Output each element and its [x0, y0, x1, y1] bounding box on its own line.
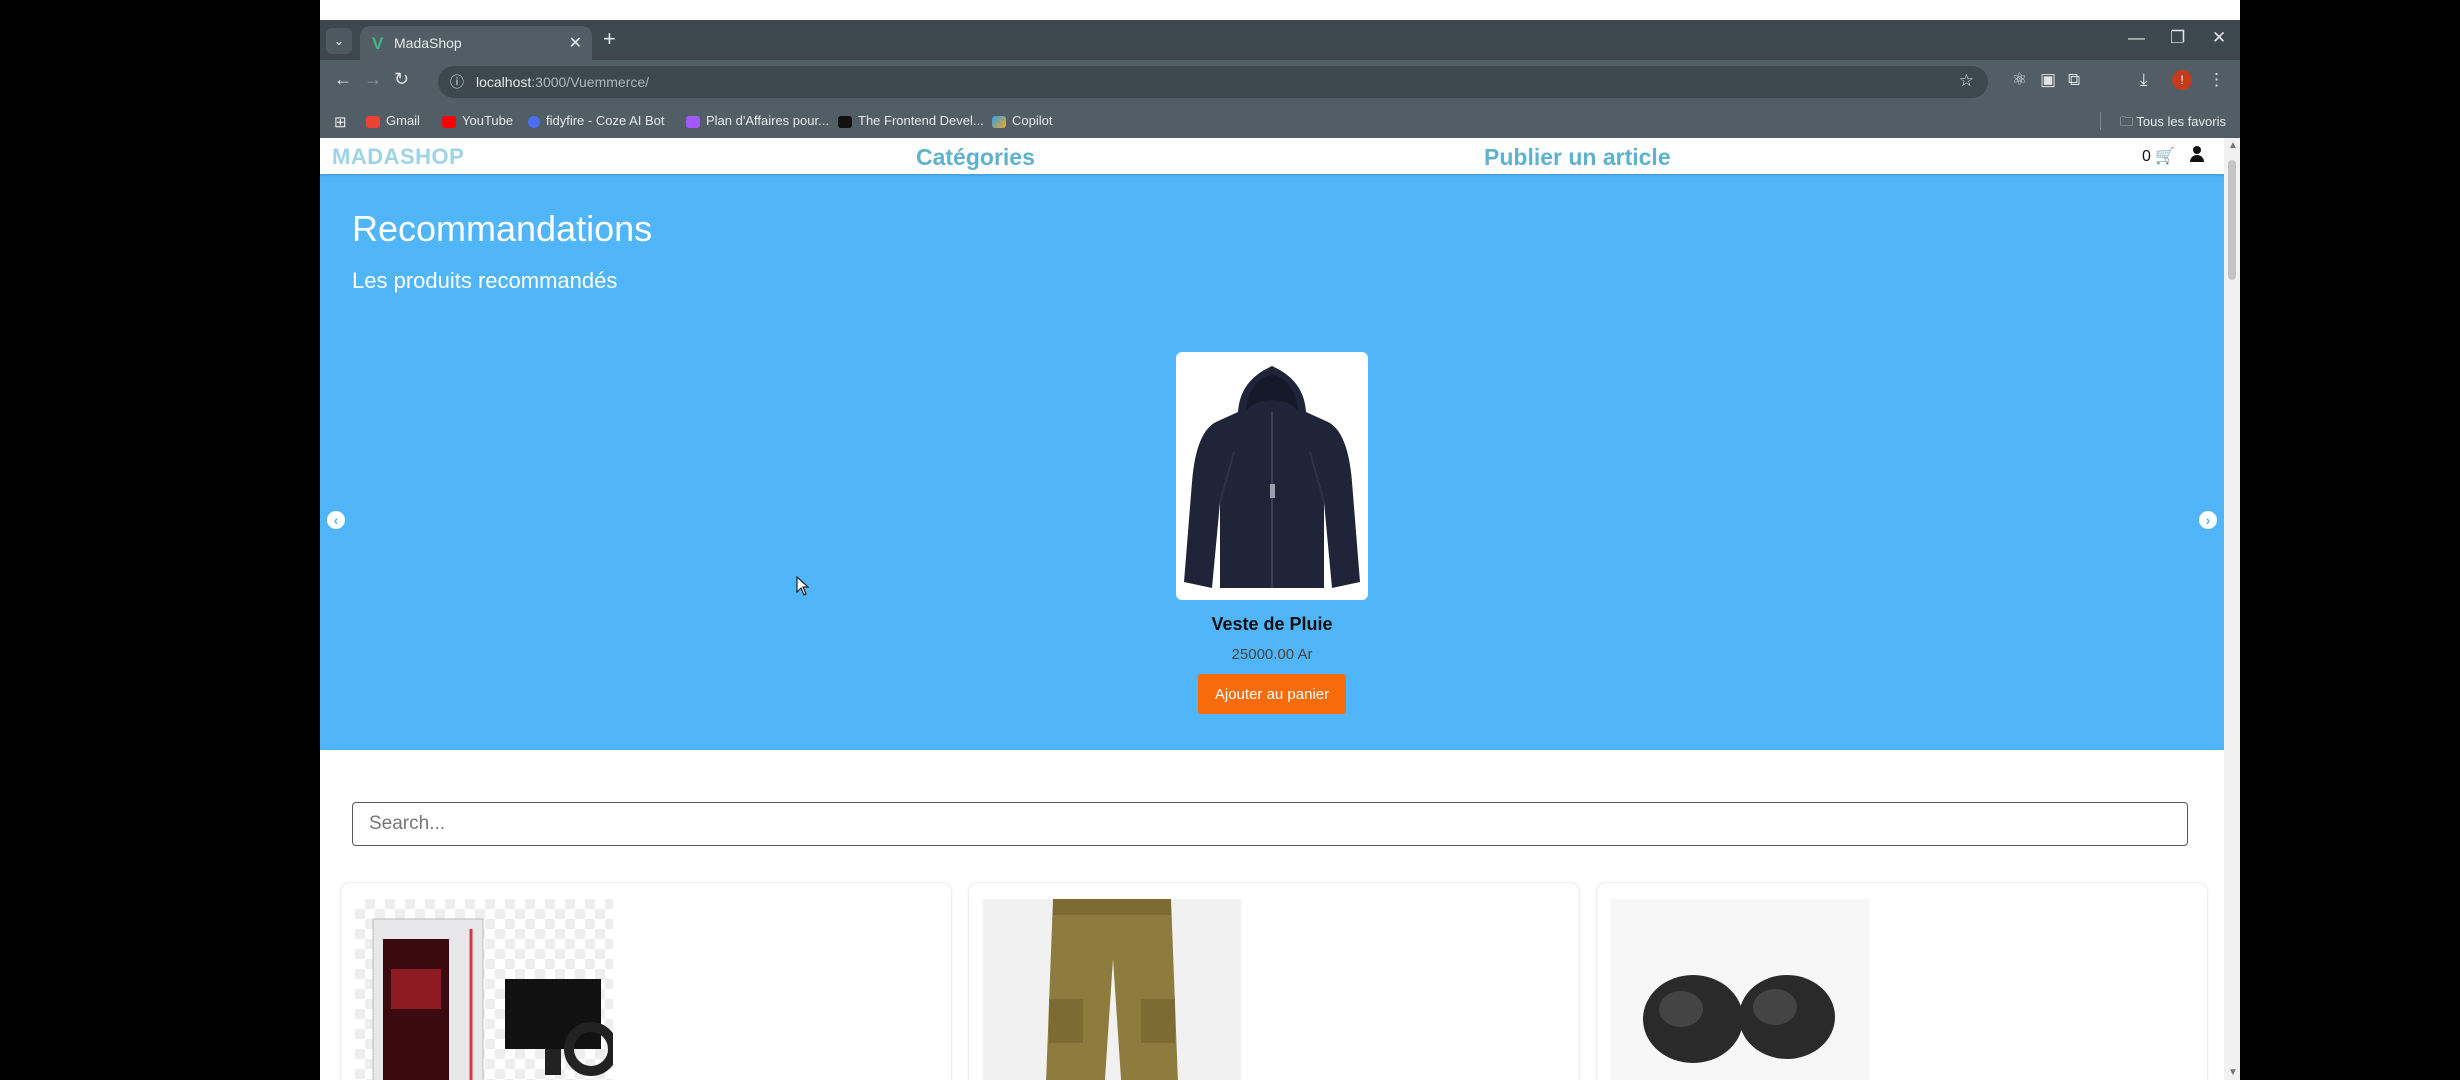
forward-button[interactable]: → — [364, 69, 382, 90]
url-text[interactable]: localhost:3000/Vuemmerce/ — [476, 74, 649, 90]
add-to-cart-button[interactable]: Ajouter au panier — [1198, 674, 1346, 714]
product-image-cargo-pants[interactable] — [983, 899, 1241, 1080]
plan-icon — [686, 115, 700, 128]
scroll-down-icon[interactable]: ▼ — [2228, 1067, 2238, 1078]
profile-avatar[interactable]: ! — [2172, 70, 2192, 90]
tab-search-button[interactable]: ⌄ — [326, 28, 352, 54]
search-input[interactable] — [352, 802, 2188, 846]
coze-icon — [528, 115, 540, 128]
carousel-product-price: 25000.00 Ar — [1231, 646, 1313, 663]
product-image-rain-jacket[interactable] — [1176, 352, 1368, 600]
screen-top-strip — [320, 0, 2240, 20]
bookmark-star-icon[interactable]: ☆ — [1959, 71, 1974, 91]
carousel-next-arrow-icon[interactable]: › — [2199, 511, 2217, 529]
site-navbar: MADASHOP Catégories Publier un article 0… — [320, 138, 2224, 174]
product-card[interactable] — [340, 882, 952, 1080]
carousel-product-name[interactable]: Veste de Pluie — [1072, 614, 1472, 635]
downloads-icon[interactable]: ⤓ — [2140, 70, 2148, 90]
apps-grid-icon[interactable]: ⊞ — [334, 113, 347, 131]
bookmark-gmail[interactable]: Gmail — [366, 113, 420, 128]
nav-publish-link[interactable]: Publier un article — [1484, 144, 1671, 171]
tab-strip: ⌄ V MadaShop ✕ + — ❐ ✕ — [320, 20, 2240, 60]
bookmark-youtube[interactable]: YouTube — [442, 113, 513, 128]
extensions-puzzle-icon[interactable]: ⧉ — [2068, 70, 2080, 90]
extension-react-icon[interactable]: ⚛ — [2012, 70, 2027, 90]
all-bookmarks[interactable]: 🗀 Tous les favoris — [2120, 113, 2226, 135]
new-tab-button[interactable]: + — [603, 26, 616, 52]
reload-button[interactable]: ↻ — [394, 69, 409, 90]
brand-logo[interactable]: MADASHOP — [332, 144, 464, 170]
scroll-up-icon[interactable]: ▲ — [2228, 140, 2238, 151]
vue-favicon-icon: V — [372, 34, 384, 53]
product-image-gaming-pc[interactable] — [355, 899, 613, 1080]
bookmarks-separator — [2100, 112, 2101, 130]
copilot-icon — [992, 115, 1006, 128]
bookmark-coze[interactable]: fidyfire - Coze AI Bot — [528, 113, 665, 128]
close-window-button[interactable]: ✕ — [2212, 28, 2226, 48]
recommendations-title: Recommandations — [352, 208, 653, 249]
recommendations-carousel: Recommandations Les produits recommandés… — [320, 174, 2224, 750]
cart-icon: 🛒 — [2155, 148, 2176, 165]
youtube-icon — [442, 115, 456, 128]
bookmark-frontend-dev[interactable]: The Frontend Devel... — [838, 113, 984, 128]
user-account-icon[interactable] — [2188, 144, 2206, 164]
mouse-cursor-icon — [796, 575, 810, 601]
frontend-dev-icon — [838, 115, 852, 128]
browser-toolbar: ← → ↻ ⓘ localhost:3000/Vuemmerce/ ☆ ⚛ ▣ … — [320, 60, 2240, 104]
close-tab-icon[interactable]: ✕ — [569, 33, 582, 53]
restore-button[interactable]: ❐ — [2170, 28, 2185, 48]
folder-icon: 🗀 — [2120, 114, 2137, 129]
product-card[interactable] — [968, 882, 1580, 1080]
bookmark-plan-affaires[interactable]: Plan d'Affaires pour... — [686, 113, 829, 128]
page-viewport: MADASHOP Catégories Publier un article 0… — [320, 138, 2224, 1080]
address-bar[interactable]: ⓘ localhost:3000/Vuemmerce/ ☆ — [438, 66, 1988, 98]
product-image-earbuds[interactable] — [1611, 899, 1869, 1080]
cart-button[interactable]: 0 🛒 — [2142, 146, 2175, 166]
site-info-icon[interactable]: ⓘ — [450, 72, 464, 92]
recommendations-subtitle: Les produits recommandés — [352, 268, 618, 293]
bookmarks-bar: ⊞ Gmail YouTube fidyfire - Coze AI Bot P… — [320, 104, 2240, 138]
tab-madashop[interactable]: V MadaShop ✕ — [360, 26, 592, 60]
carousel-prev-arrow-icon[interactable]: ‹ — [327, 511, 345, 529]
nav-categories-link[interactable]: Catégories — [916, 144, 1035, 171]
back-button[interactable]: ← — [334, 69, 352, 90]
browser-window: ⌄ V MadaShop ✕ + — ❐ ✕ ← → ↻ ⓘ localhost… — [320, 20, 2240, 1080]
minimize-button[interactable]: — — [2128, 28, 2145, 48]
cart-count: 0 — [2142, 148, 2151, 165]
product-card[interactable] — [1596, 882, 2208, 1080]
tab-title: MadaShop — [394, 35, 462, 51]
browser-menu-icon[interactable]: ⋮ — [2208, 70, 2225, 90]
page-scrollbar[interactable]: ▲ ▼ — [2224, 138, 2240, 1080]
bookmark-copilot[interactable]: Copilot — [992, 113, 1052, 128]
extension-icon[interactable]: ▣ — [2040, 70, 2056, 90]
scroll-thumb[interactable] — [2228, 160, 2236, 280]
gmail-icon — [366, 115, 380, 128]
